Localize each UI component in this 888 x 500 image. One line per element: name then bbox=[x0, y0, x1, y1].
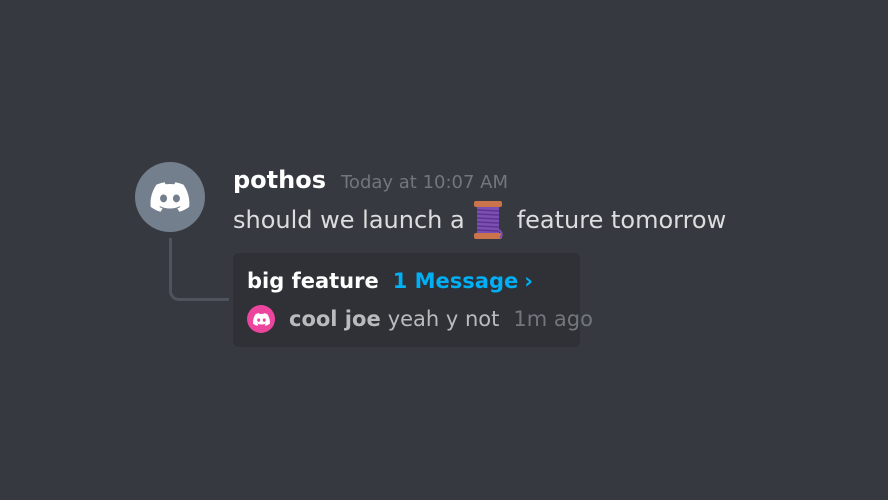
discord-logo-icon bbox=[252, 312, 270, 326]
reply-username[interactable]: cool joe bbox=[289, 307, 381, 331]
message-timestamp: Today at 10:07 AM bbox=[341, 172, 509, 193]
thread-name[interactable]: big feature bbox=[247, 269, 379, 293]
thread-connector-line bbox=[169, 238, 229, 301]
message-content: should we launch a feature tomorrow bbox=[233, 200, 726, 240]
thread-title-row: big feature 1 Message › bbox=[247, 269, 533, 293]
message-text-after: feature tomorrow bbox=[516, 206, 727, 234]
thread-last-reply: cool joe yeah y not 1m ago bbox=[247, 305, 593, 333]
chevron-right-icon: › bbox=[524, 269, 533, 293]
reply-time: 1m ago bbox=[513, 307, 593, 331]
message-header: pothos Today at 10:07 AM bbox=[233, 166, 508, 194]
thread-preview-card[interactable]: big feature 1 Message › cool joe yeah y … bbox=[233, 253, 593, 347]
spool-of-thread-icon bbox=[473, 201, 503, 239]
avatar[interactable] bbox=[135, 162, 205, 232]
message-text-before: should we launch a bbox=[233, 206, 465, 234]
thread-message-count-link[interactable]: 1 Message bbox=[393, 269, 519, 293]
message-username[interactable]: pothos bbox=[233, 166, 326, 194]
chat-stage: pothos Today at 10:07 AM should we launc… bbox=[0, 0, 888, 500]
reply-avatar[interactable] bbox=[247, 305, 275, 333]
discord-logo-icon bbox=[150, 182, 190, 212]
reply-text: yeah y not bbox=[387, 307, 500, 331]
